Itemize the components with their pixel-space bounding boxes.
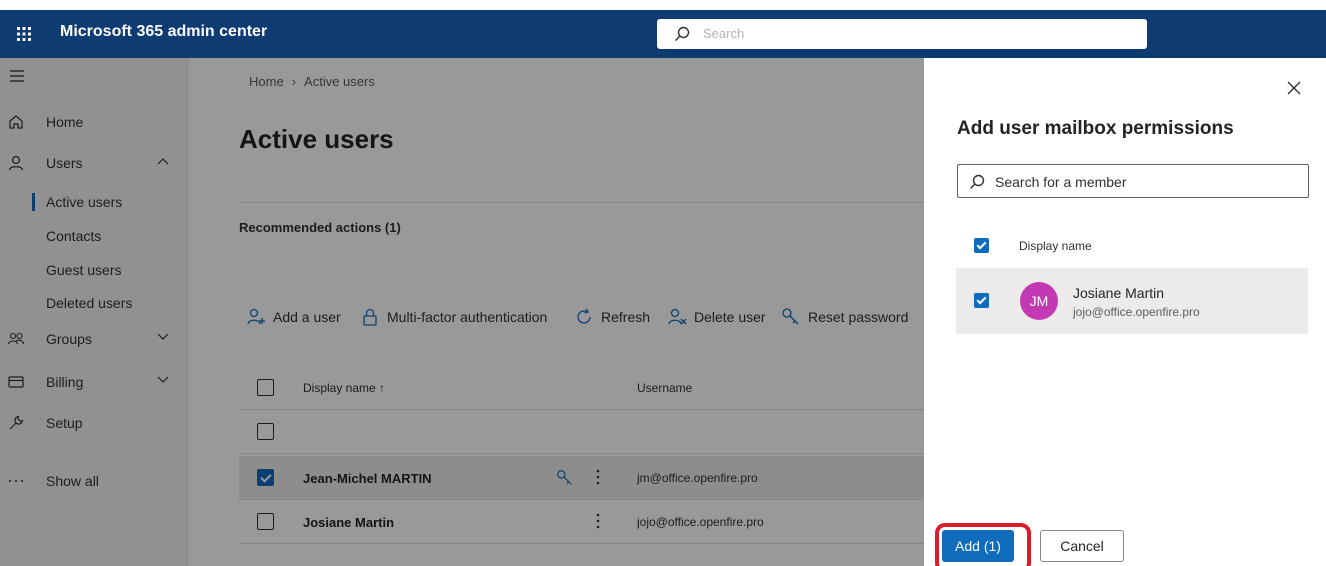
add-button[interactable]: Add (1) (942, 530, 1014, 562)
panel-title: Add user mailbox permissions (957, 118, 1234, 139)
column-display-name: Display name (1019, 239, 1092, 253)
top-bar: Microsoft 365 admin center Search (0, 0, 1326, 66)
search-icon (968, 173, 986, 191)
member-name: Josiane Martin (1073, 285, 1165, 301)
member-row[interactable]: JM Josiane Martin jojo@office.openfire.p… (956, 268, 1308, 334)
select-all-members-checkbox[interactable] (974, 238, 989, 253)
header-bar: Microsoft 365 admin center Search (0, 10, 1326, 58)
avatar: JM (1020, 282, 1058, 320)
search-icon (673, 25, 691, 43)
global-search-input[interactable]: Search (657, 19, 1147, 49)
modal-overlay[interactable] (0, 58, 924, 566)
member-search-input[interactable]: Search for a member (957, 164, 1309, 198)
member-search-placeholder: Search for a member (995, 174, 1127, 190)
member-email: jojo@office.openfire.pro (1073, 305, 1200, 319)
app-launcher-icon[interactable] (14, 24, 34, 44)
member-checkbox[interactable] (974, 293, 989, 308)
app-title[interactable]: Microsoft 365 admin center (60, 23, 267, 41)
mailbox-permissions-panel: Add user mailbox permissions Search for … (924, 58, 1326, 566)
cancel-button[interactable]: Cancel (1040, 530, 1124, 562)
search-placeholder: Search (703, 26, 745, 41)
close-icon[interactable] (1282, 76, 1306, 100)
